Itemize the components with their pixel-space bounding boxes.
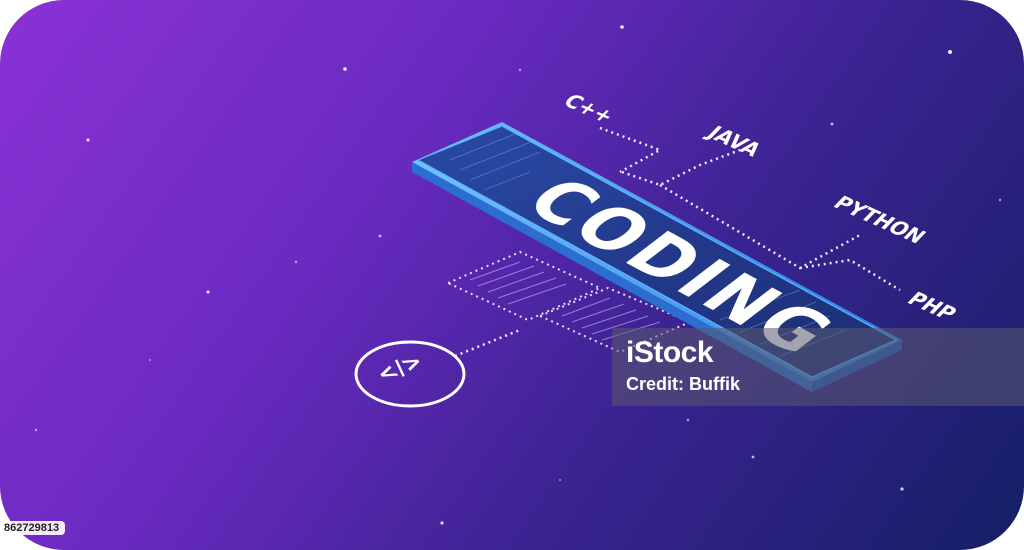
code-symbol-text: </> bbox=[370, 350, 430, 387]
illustration-card: CODING C++ JAVA PYTHON PHP </> iStock Cr… bbox=[0, 0, 1024, 550]
language-python: PYTHON bbox=[828, 192, 930, 248]
credit-text: Credit: Buffik bbox=[626, 374, 740, 394]
language-php: PHP bbox=[902, 288, 961, 325]
code-symbol-icon: </> bbox=[354, 340, 466, 408]
language-cpp: C++ bbox=[558, 90, 619, 127]
istock-logo: iStock bbox=[626, 336, 714, 369]
language-java: JAVA bbox=[701, 121, 767, 160]
photo-id-label: 862729813 bbox=[0, 521, 66, 535]
coding-illustration: CODING C++ JAVA PYTHON PHP </> bbox=[34, 25, 1002, 525]
stars bbox=[34, 25, 1002, 525]
